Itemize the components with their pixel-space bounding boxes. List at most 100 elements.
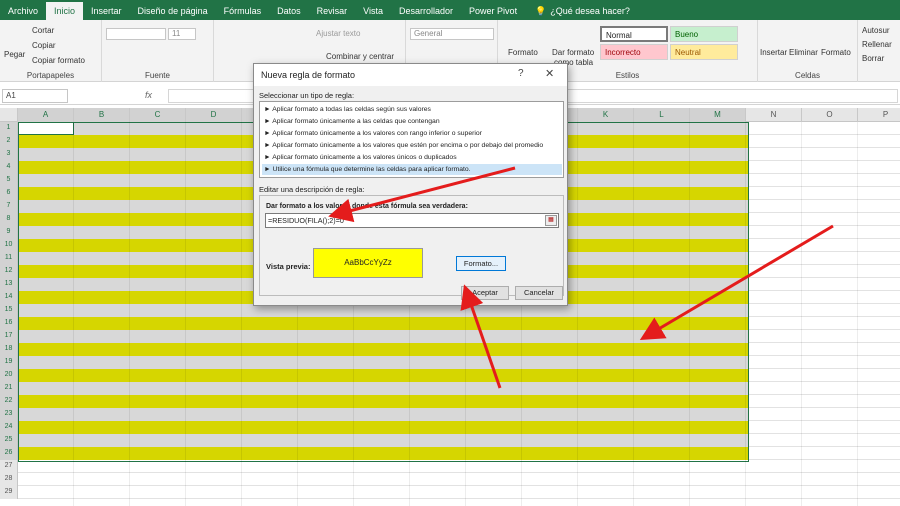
row-header-15[interactable]: 15 bbox=[0, 304, 18, 317]
row-header-16[interactable]: 16 bbox=[0, 317, 18, 330]
merge-center-button[interactable]: Combinar y centrar bbox=[326, 52, 394, 61]
row-header-14[interactable]: 14 bbox=[0, 291, 18, 304]
tab-archivo[interactable]: Archivo bbox=[0, 2, 46, 20]
range-picker-icon[interactable]: ▦ bbox=[545, 215, 557, 226]
row-header-8[interactable]: 8 bbox=[0, 213, 18, 226]
row-header-10[interactable]: 10 bbox=[0, 239, 18, 252]
row-header-11[interactable]: 11 bbox=[0, 252, 18, 265]
column-header-p[interactable]: P bbox=[858, 108, 900, 122]
close-icon[interactable]: ✕ bbox=[545, 67, 554, 80]
rule-type-list[interactable]: ► Aplicar formato a todas las celdas seg… bbox=[259, 101, 564, 178]
tab-inicio[interactable]: Inicio bbox=[46, 2, 84, 20]
rule-type-item[interactable]: ► Aplicar formato a todas las celdas seg… bbox=[262, 104, 562, 115]
style-neutral[interactable]: Neutral bbox=[670, 44, 738, 60]
sheet-row[interactable]: 20 bbox=[0, 369, 900, 382]
row-header-21[interactable]: 21 bbox=[0, 382, 18, 395]
row-header-24[interactable]: 24 bbox=[0, 421, 18, 434]
tab-dise-o-de-p-gina[interactable]: Diseño de página bbox=[130, 2, 216, 20]
column-header-m[interactable]: M bbox=[690, 108, 746, 122]
row-header-28[interactable]: 28 bbox=[0, 473, 18, 486]
column-header-d[interactable]: D bbox=[186, 108, 242, 122]
wrap-text-button[interactable]: Ajustar texto bbox=[316, 29, 360, 38]
sheet-row[interactable]: 28 bbox=[0, 473, 900, 486]
tab-vista[interactable]: Vista bbox=[355, 2, 391, 20]
sheet-row[interactable]: 22 bbox=[0, 395, 900, 408]
sheet-row[interactable]: 26 bbox=[0, 447, 900, 460]
sheet-row[interactable]: 27 bbox=[0, 460, 900, 473]
format-painter-button[interactable]: Copiar formato bbox=[32, 56, 85, 65]
select-all-corner[interactable] bbox=[0, 108, 18, 122]
tab-datos[interactable]: Datos bbox=[269, 2, 309, 20]
tab-power-pivot[interactable]: Power Pivot bbox=[461, 2, 525, 20]
font-size-combo[interactable]: 11 bbox=[168, 28, 196, 40]
row-header-25[interactable]: 25 bbox=[0, 434, 18, 447]
row-header-13[interactable]: 13 bbox=[0, 278, 18, 291]
column-header-k[interactable]: K bbox=[578, 108, 634, 122]
column-header-n[interactable]: N bbox=[746, 108, 802, 122]
tab-desarrollador[interactable]: Desarrollador bbox=[391, 2, 461, 20]
delete-cells-button[interactable]: Eliminar bbox=[789, 48, 818, 57]
clear-button[interactable]: Borrar bbox=[862, 54, 884, 63]
row-header-17[interactable]: 17 bbox=[0, 330, 18, 343]
tab-insertar[interactable]: Insertar bbox=[83, 2, 130, 20]
sheet-row[interactable]: 23 bbox=[0, 408, 900, 421]
rule-type-item[interactable]: ► Aplicar formato únicamente a los valor… bbox=[262, 140, 562, 151]
sheet-row[interactable]: 24 bbox=[0, 421, 900, 434]
sheet-row[interactable]: 17 bbox=[0, 330, 900, 343]
row-header-2[interactable]: 2 bbox=[0, 135, 18, 148]
row-header-18[interactable]: 18 bbox=[0, 343, 18, 356]
rule-type-item[interactable]: ► Utilice una fórmula que determine las … bbox=[262, 164, 562, 175]
conditional-format-button[interactable]: Formato bbox=[508, 48, 538, 57]
rule-type-item[interactable]: ► Aplicar formato únicamente a las celda… bbox=[262, 116, 562, 127]
style-normal[interactable]: Normal bbox=[600, 26, 668, 42]
tab-revisar[interactable]: Revisar bbox=[309, 2, 356, 20]
row-header-6[interactable]: 6 bbox=[0, 187, 18, 200]
autosum-button[interactable]: Autosur bbox=[862, 26, 890, 35]
row-header-7[interactable]: 7 bbox=[0, 200, 18, 213]
formula-field[interactable]: =RESIDUO(FILA();2)=0 ▦ bbox=[265, 213, 559, 228]
cut-button[interactable]: Cortar bbox=[32, 26, 54, 35]
active-cell[interactable] bbox=[18, 122, 74, 135]
table-format-button[interactable]: Dar formato bbox=[552, 48, 594, 57]
style-bad[interactable]: Incorrecto bbox=[600, 44, 668, 60]
row-header-27[interactable]: 27 bbox=[0, 460, 18, 473]
column-header-b[interactable]: B bbox=[74, 108, 130, 122]
row-header-4[interactable]: 4 bbox=[0, 161, 18, 174]
rule-type-item[interactable]: ► Aplicar formato únicamente a los valor… bbox=[262, 152, 562, 163]
sheet-row[interactable]: 18 bbox=[0, 343, 900, 356]
fill-button[interactable]: Rellenar bbox=[862, 40, 892, 49]
sheet-row[interactable]: 29 bbox=[0, 486, 900, 499]
row-header-3[interactable]: 3 bbox=[0, 148, 18, 161]
tell-me-search[interactable]: 💡 ¿Qué desea hacer? bbox=[535, 2, 630, 20]
column-header-c[interactable]: C bbox=[130, 108, 186, 122]
row-header-29[interactable]: 29 bbox=[0, 486, 18, 499]
number-format-combo[interactable]: General bbox=[410, 28, 494, 40]
row-header-1[interactable]: 1 bbox=[0, 122, 18, 135]
paste-button[interactable]: Pegar bbox=[4, 50, 25, 59]
format-cells-button[interactable]: Formato bbox=[821, 48, 851, 57]
style-good[interactable]: Bueno bbox=[670, 26, 738, 42]
copy-button[interactable]: Copiar bbox=[32, 41, 56, 50]
sheet-row[interactable]: 21 bbox=[0, 382, 900, 395]
sheet-row[interactable]: 25 bbox=[0, 434, 900, 447]
help-icon[interactable]: ? bbox=[518, 68, 524, 79]
column-header-l[interactable]: L bbox=[634, 108, 690, 122]
row-header-20[interactable]: 20 bbox=[0, 369, 18, 382]
rule-type-item[interactable]: ► Aplicar formato únicamente a los valor… bbox=[262, 128, 562, 139]
ok-button[interactable]: Aceptar bbox=[461, 286, 509, 300]
format-button[interactable]: Formato... bbox=[456, 256, 506, 271]
insert-cells-button[interactable]: Insertar bbox=[760, 48, 787, 57]
sheet-row[interactable]: 19 bbox=[0, 356, 900, 369]
row-header-12[interactable]: 12 bbox=[0, 265, 18, 278]
row-header-22[interactable]: 22 bbox=[0, 395, 18, 408]
row-header-9[interactable]: 9 bbox=[0, 226, 18, 239]
sheet-row[interactable]: 16 bbox=[0, 317, 900, 330]
tab-f-rmulas[interactable]: Fórmulas bbox=[216, 2, 270, 20]
row-header-19[interactable]: 19 bbox=[0, 356, 18, 369]
name-box[interactable]: A1 bbox=[2, 89, 68, 103]
column-header-a[interactable]: A bbox=[18, 108, 74, 122]
font-name-combo[interactable] bbox=[106, 28, 166, 40]
fx-icon[interactable]: fx bbox=[145, 90, 152, 100]
row-header-5[interactable]: 5 bbox=[0, 174, 18, 187]
row-header-26[interactable]: 26 bbox=[0, 447, 18, 460]
